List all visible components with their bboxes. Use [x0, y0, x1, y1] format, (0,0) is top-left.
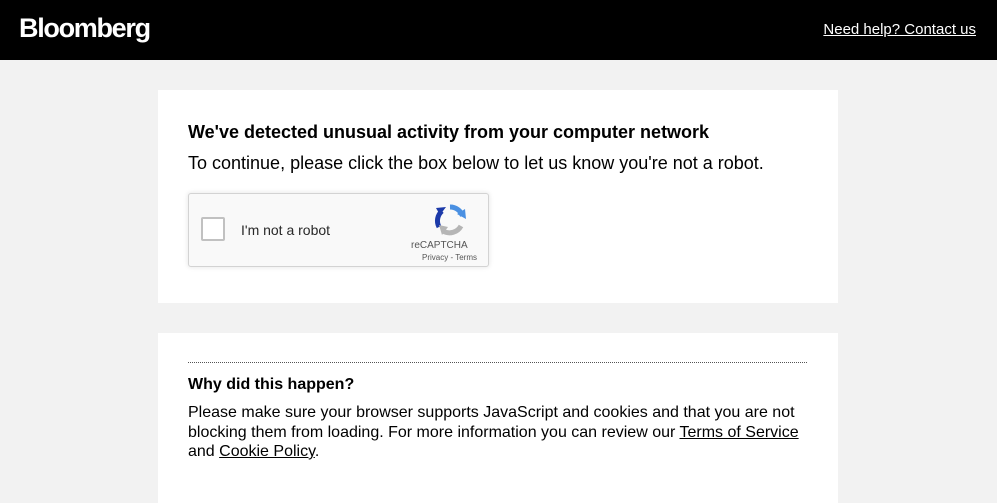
cookie-policy-link[interactable]: Cookie Policy [219, 443, 315, 460]
recaptcha-privacy-link[interactable]: Privacy [422, 253, 448, 262]
contact-us-link[interactable]: Need help? Contact us [823, 21, 976, 39]
why-heading: Why did this happen? [188, 376, 355, 393]
terms-of-service-link[interactable]: Terms of Service [679, 424, 798, 441]
challenge-heading: We've detected unusual activity from you… [188, 122, 710, 142]
recaptcha-brand-label: reCAPTCHA [411, 240, 468, 251]
recaptcha-links: Privacy - Terms [422, 253, 477, 263]
why-card: Why did this happen? Please make sure yo… [158, 333, 838, 503]
recaptcha-terms-link[interactable]: Terms [455, 253, 477, 262]
why-body-and: and [188, 443, 220, 460]
challenge-subheading: To continue, please click the box below … [188, 153, 764, 173]
recaptcha-logo-icon [434, 204, 466, 236]
why-body-end: . [314, 443, 320, 460]
challenge-card: We've detected unusual activity from you… [158, 90, 838, 303]
recaptcha-checkbox[interactable] [201, 217, 225, 241]
recaptcha-checkbox-label: I'm not a robot [241, 222, 331, 238]
top-bar: Bloomberg Need help? Contact us [0, 0, 997, 60]
recaptcha-widget: I'm not a robot reCAPTCHA Privacy - Term… [188, 193, 489, 267]
why-body-text: Please make sure your browser supports J… [188, 403, 808, 462]
bloomberg-logo[interactable]: Bloomberg [19, 10, 151, 46]
dotted-divider [188, 362, 807, 363]
